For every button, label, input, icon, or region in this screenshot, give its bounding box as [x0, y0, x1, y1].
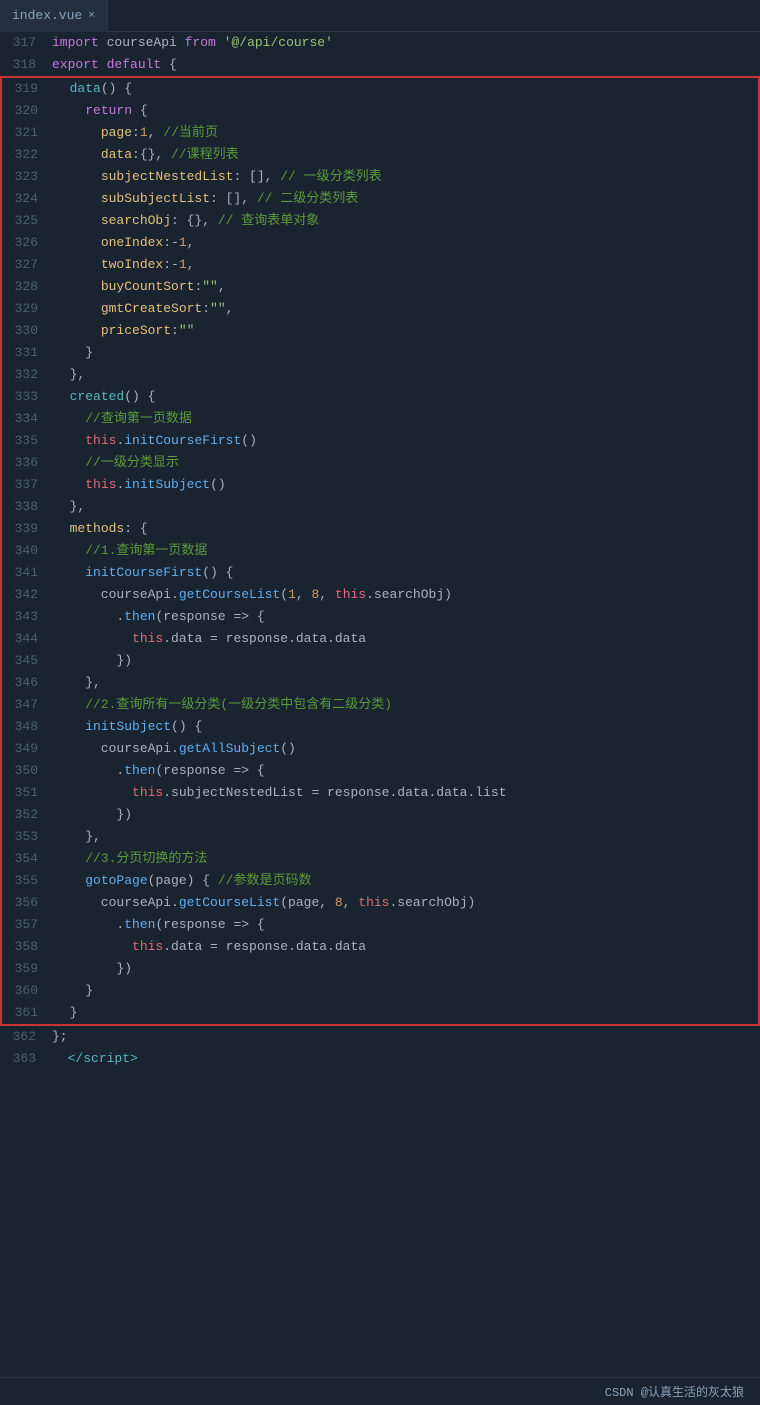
tab-filename: index.vue: [12, 8, 82, 23]
code-line-348: 348 initSubject() {: [2, 716, 758, 738]
code-line-349: 349 courseApi.getAllSubject(): [2, 738, 758, 760]
code-editor: 317 import courseApi from '@/api/course'…: [0, 32, 760, 1070]
code-line-340: 340 //1.查询第一页数据: [2, 540, 758, 562]
code-line-347: 347 //2.查询所有一级分类(一级分类中包含有二级分类): [2, 694, 758, 716]
code-line-335: 335 this.initCourseFirst(): [2, 430, 758, 452]
code-line-351: 351 this.subjectNestedList = response.da…: [2, 782, 758, 804]
code-line-338: 338 },: [2, 496, 758, 518]
code-line-363: 363 </script>: [0, 1048, 760, 1070]
code-line-327: 327 twoIndex:-1,: [2, 254, 758, 276]
code-line-359: 359 }): [2, 958, 758, 980]
code-line-362: 362 };: [0, 1026, 760, 1048]
code-line-357: 357 .then(response => {: [2, 914, 758, 936]
code-line-345: 345 }): [2, 650, 758, 672]
code-line-332: 332 },: [2, 364, 758, 386]
code-line-337: 337 this.initSubject(): [2, 474, 758, 496]
code-line-339: 339 methods: {: [2, 518, 758, 540]
highlight-block: 319 data() { 320 return { 321 page:1, //…: [0, 76, 760, 1026]
code-line-329: 329 gmtCreateSort:"",: [2, 298, 758, 320]
code-line-321: 321 page:1, //当前页: [2, 122, 758, 144]
code-line-330: 330 priceSort:"": [2, 320, 758, 342]
code-line-323: 323 subjectNestedList: [], // 一级分类列表: [2, 166, 758, 188]
code-line-354: 354 //3.分页切换的方法: [2, 848, 758, 870]
code-line-346: 346 },: [2, 672, 758, 694]
footer-bar: CSDN @认真生活的灰太狼: [0, 1377, 760, 1405]
tab-bar: index.vue ×: [0, 0, 760, 32]
code-line-325: 325 searchObj: {}, // 查询表单对象: [2, 210, 758, 232]
code-line-358: 358 this.data = response.data.data: [2, 936, 758, 958]
code-line-334: 334 //查询第一页数据: [2, 408, 758, 430]
code-line-318: 318 export default {: [0, 54, 760, 76]
code-line-333: 333 created() {: [2, 386, 758, 408]
code-line-353: 353 },: [2, 826, 758, 848]
code-line-350: 350 .then(response => {: [2, 760, 758, 782]
code-line-343: 343 .then(response => {: [2, 606, 758, 628]
code-line-341: 341 initCourseFirst() {: [2, 562, 758, 584]
code-line-324: 324 subSubjectList: [], // 二级分类列表: [2, 188, 758, 210]
code-line-326: 326 oneIndex:-1,: [2, 232, 758, 254]
brand-label: CSDN @认真生活的灰太狼: [605, 1383, 744, 1400]
code-line-328: 328 buyCountSort:"",: [2, 276, 758, 298]
code-line-352: 352 }): [2, 804, 758, 826]
code-line-355: 355 gotoPage(page) { //参数是页码数: [2, 870, 758, 892]
tab-close-icon[interactable]: ×: [88, 10, 95, 22]
code-line-319: 319 data() {: [2, 78, 758, 100]
code-line-344: 344 this.data = response.data.data: [2, 628, 758, 650]
code-line-336: 336 //一级分类显示: [2, 452, 758, 474]
code-line-322: 322 data:{}, //课程列表: [2, 144, 758, 166]
code-line-317: 317 import courseApi from '@/api/course': [0, 32, 760, 54]
code-line-320: 320 return {: [2, 100, 758, 122]
code-line-331: 331 }: [2, 342, 758, 364]
code-line-356: 356 courseApi.getCourseList(page, 8, thi…: [2, 892, 758, 914]
code-line-342: 342 courseApi.getCourseList(1, 8, this.s…: [2, 584, 758, 606]
code-line-361: 361 }: [2, 1002, 758, 1024]
file-tab[interactable]: index.vue ×: [0, 0, 108, 32]
code-line-360: 360 }: [2, 980, 758, 1002]
